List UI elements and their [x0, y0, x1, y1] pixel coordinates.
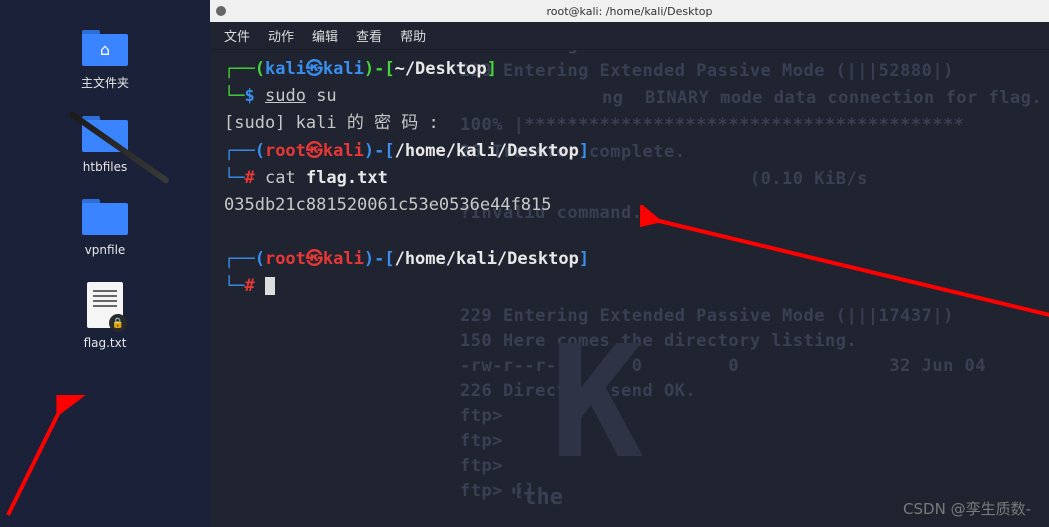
- menu-actions[interactable]: 动作: [268, 26, 294, 45]
- menu-bar: 文件 动作 编辑 查看 帮助: [210, 22, 1049, 50]
- terminal-window: root@kali: /home/kali/Desktop 文件 动作 编辑 查…: [210, 0, 1049, 527]
- desktop-icon-home[interactable]: 主文件夹: [60, 30, 150, 91]
- menu-help[interactable]: 帮助: [400, 26, 426, 45]
- icon-label: htbfiles: [83, 160, 127, 174]
- file-icon: 🔒: [87, 282, 123, 328]
- menu-file[interactable]: 文件: [224, 26, 250, 45]
- ghost-line: -rw-r--r-- 1 0 0 32 Jun 04: [460, 353, 986, 380]
- su-cmd: su: [316, 86, 336, 106]
- folder-icon: [82, 199, 128, 235]
- window-title: root@kali: /home/kali/Desktop: [547, 5, 713, 18]
- command-line: └─# cat flag.txt: [224, 165, 1035, 192]
- menu-view[interactable]: 查看: [356, 26, 382, 45]
- kali-k-logo: K: [550, 325, 643, 480]
- terminal-body[interactable]: local: flag.txt remote: 229 Entering Ext…: [210, 50, 1049, 527]
- cat-cmd: cat: [265, 168, 296, 188]
- ghost-line: ftp>: [460, 453, 503, 480]
- lock-badge-icon: 🔒: [109, 314, 127, 332]
- the-text: "the: [510, 480, 563, 515]
- ghost-line: 150 Here comes the directory listing.: [460, 328, 857, 355]
- command-line: └─$ sudo su: [224, 83, 1035, 110]
- window-control-icon[interactable]: [216, 6, 226, 16]
- icon-label: vpnfile: [85, 243, 126, 257]
- sudo-cmd: sudo: [265, 86, 306, 106]
- annotation-arrow-icon: [640, 205, 1049, 325]
- cursor-icon: [265, 277, 275, 295]
- ghost-line: ftp>: [460, 428, 503, 455]
- icon-label: 主文件夹: [81, 74, 129, 91]
- prompt-line: ┌──(kali㉿kali)-[~/Desktop]: [224, 56, 1035, 83]
- desktop-icon-htbfiles[interactable]: htbfiles: [60, 116, 150, 174]
- menu-edit[interactable]: 编辑: [312, 26, 338, 45]
- title-bar[interactable]: root@kali: /home/kali/Desktop: [210, 0, 1049, 22]
- annotation-arrow-icon: [0, 395, 130, 525]
- folder-home-icon: [82, 30, 128, 66]
- password-prompt: [sudo] kali 的 密 码 :: [224, 110, 1035, 137]
- prompt-line: ┌──(root㉿kali)-[/home/kali/Desktop]: [224, 138, 1035, 165]
- icon-label: flag.txt: [84, 336, 127, 350]
- watermark: CSDN @孪生质数-: [903, 498, 1031, 519]
- flag-filename: flag.txt: [306, 168, 388, 188]
- ghost-line: ftp>: [460, 403, 503, 430]
- desktop-icon-vpnfile[interactable]: vpnfile: [60, 199, 150, 257]
- desktop-icon-flagtxt[interactable]: 🔒 flag.txt: [60, 282, 150, 350]
